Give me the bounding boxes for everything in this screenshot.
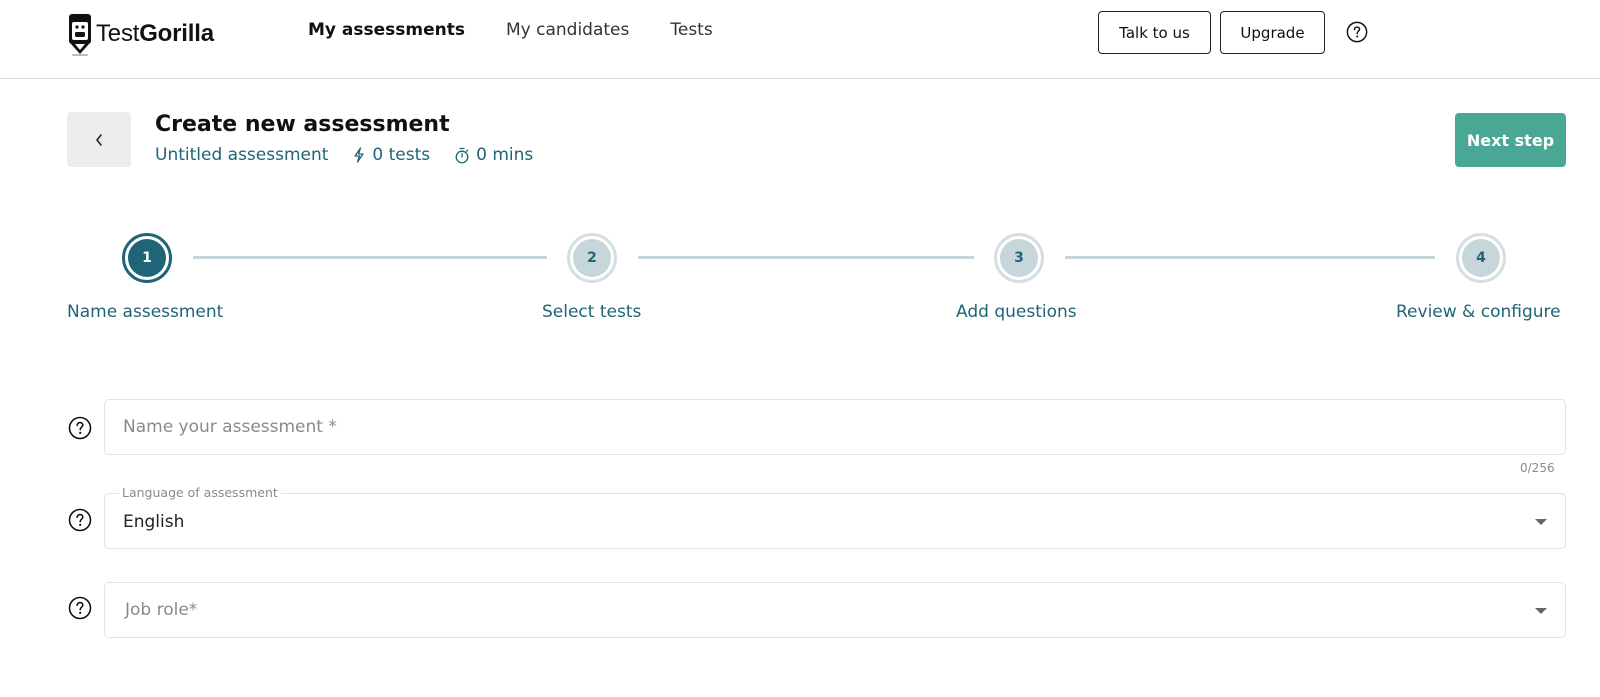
assessment-name-field	[104, 399, 1566, 455]
dropdown-caret-icon	[1535, 519, 1547, 525]
main-nav: My assessments My candidates Tests	[308, 20, 754, 40]
step-1-label: Name assessment	[67, 302, 224, 322]
step-2-indicator[interactable]: 2	[567, 233, 617, 283]
step-connector	[638, 256, 974, 259]
assessment-name-input[interactable]	[105, 400, 1565, 454]
lightning-icon	[354, 147, 365, 163]
gorilla-logo-icon	[69, 14, 91, 56]
step-1-indicator[interactable]: 1	[122, 233, 172, 283]
chevron-left-icon	[96, 133, 102, 146]
nav-my-assessments[interactable]: My assessments	[308, 20, 465, 40]
step-4-label: Review & configure	[1396, 302, 1561, 322]
tests-count: 0 tests	[352, 145, 430, 165]
next-step-button[interactable]: Next step	[1455, 113, 1566, 167]
job-role-placeholder: Job role*	[125, 600, 198, 620]
page-title: Create new assessment	[155, 112, 450, 137]
step-connector	[1065, 256, 1435, 259]
step-number: 4	[1462, 239, 1500, 277]
step-number: 1	[128, 239, 166, 277]
step-2-label: Select tests	[542, 302, 642, 322]
stopwatch-icon	[455, 147, 469, 163]
language-selected-value: English	[123, 512, 185, 532]
job-role-select[interactable]: Job role*	[104, 582, 1566, 638]
step-number: 3	[1000, 239, 1038, 277]
language-help-icon[interactable]	[68, 508, 92, 532]
dropdown-caret-icon	[1535, 608, 1547, 614]
step-4-indicator[interactable]: 4	[1456, 233, 1506, 283]
step-connector	[193, 256, 547, 259]
testgorilla-logo[interactable]: TestGorilla	[68, 12, 214, 56]
brand-name-bold: Gorilla	[139, 20, 214, 47]
step-number: 2	[573, 239, 611, 277]
nav-my-candidates[interactable]: My candidates	[506, 20, 629, 40]
brand-name-light: Test	[96, 20, 140, 47]
name-help-icon[interactable]	[68, 416, 92, 440]
step-3-indicator[interactable]: 3	[994, 233, 1044, 283]
upgrade-button[interactable]: Upgrade	[1220, 11, 1325, 54]
duration: 0 mins	[454, 145, 533, 165]
job-role-help-icon[interactable]	[68, 596, 92, 620]
brand-name: TestGorilla	[96, 20, 214, 48]
top-navigation-bar: TestGorilla My assessments My candidates…	[0, 0, 1600, 79]
duration-text: 0 mins	[476, 145, 534, 165]
tests-count-text: 0 tests	[372, 145, 431, 165]
talk-to-us-button[interactable]: Talk to us	[1098, 11, 1211, 54]
language-select-label: Language of assessment	[119, 485, 281, 500]
step-3-label: Add questions	[956, 302, 1077, 322]
language-select[interactable]: Language of assessment English	[104, 485, 1566, 549]
back-button[interactable]	[67, 112, 131, 167]
assessment-name: Untitled assessment	[155, 145, 329, 165]
nav-tests[interactable]: Tests	[670, 20, 712, 40]
character-counter: 0/256	[1520, 461, 1555, 475]
assessment-summary: Untitled assessment 0 tests 0 mins	[155, 145, 533, 165]
help-icon[interactable]	[1346, 21, 1368, 43]
